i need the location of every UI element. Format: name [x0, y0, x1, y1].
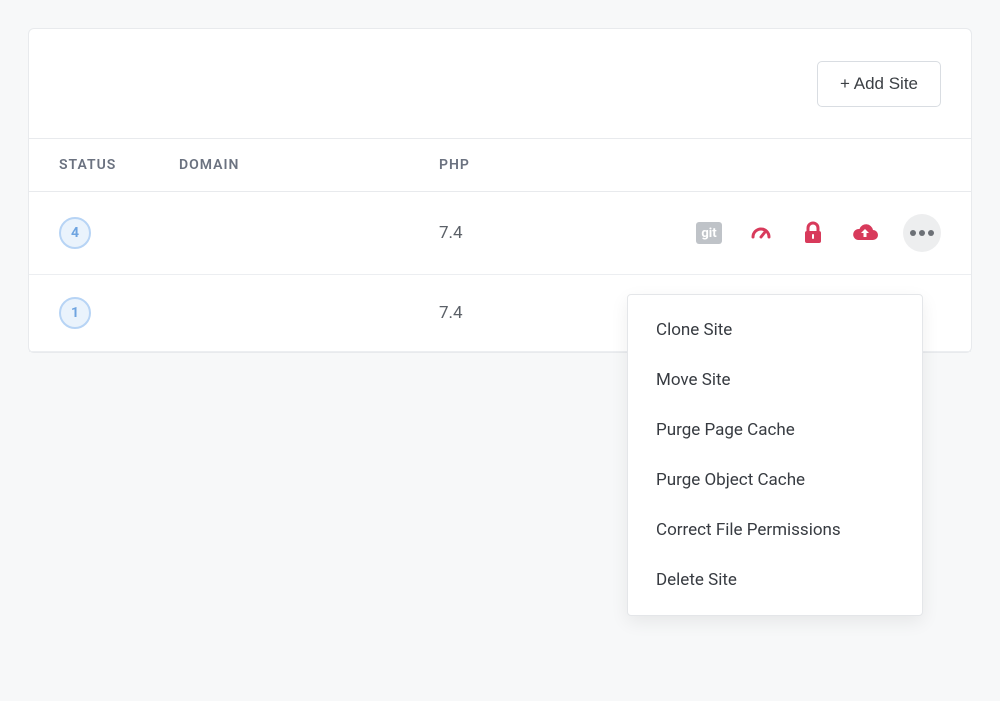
- row-actions-dropdown: Clone Site Move Site Purge Page Cache Pu…: [627, 294, 923, 616]
- column-header-php: PHP: [439, 157, 599, 173]
- status-badge[interactable]: 1: [59, 297, 91, 329]
- panel-header: + Add Site: [29, 29, 971, 139]
- table-header: STATUS DOMAIN PHP: [29, 139, 971, 192]
- cloud-upload-icon[interactable]: [851, 219, 879, 247]
- menu-item-move-site[interactable]: Move Site: [628, 355, 922, 405]
- menu-item-purge-object-cache[interactable]: Purge Object Cache: [628, 455, 922, 505]
- menu-item-purge-page-cache[interactable]: Purge Page Cache: [628, 405, 922, 455]
- add-site-button[interactable]: + Add Site: [817, 61, 941, 107]
- gauge-icon[interactable]: [747, 219, 775, 247]
- table-row: 4 7.4 git: [29, 192, 971, 275]
- more-actions-button[interactable]: [903, 214, 941, 252]
- php-version: 7.4: [439, 223, 599, 243]
- menu-item-clone-site[interactable]: Clone Site: [628, 305, 922, 355]
- menu-item-correct-file-permissions[interactable]: Correct File Permissions: [628, 505, 922, 555]
- menu-item-delete-site[interactable]: Delete Site: [628, 555, 922, 605]
- git-icon[interactable]: git: [695, 219, 723, 247]
- dots-icon: [910, 230, 934, 236]
- column-header-status: STATUS: [59, 157, 179, 173]
- php-version: 7.4: [439, 303, 599, 323]
- lock-icon[interactable]: [799, 219, 827, 247]
- column-header-domain: DOMAIN: [179, 157, 439, 173]
- status-badge[interactable]: 4: [59, 217, 91, 249]
